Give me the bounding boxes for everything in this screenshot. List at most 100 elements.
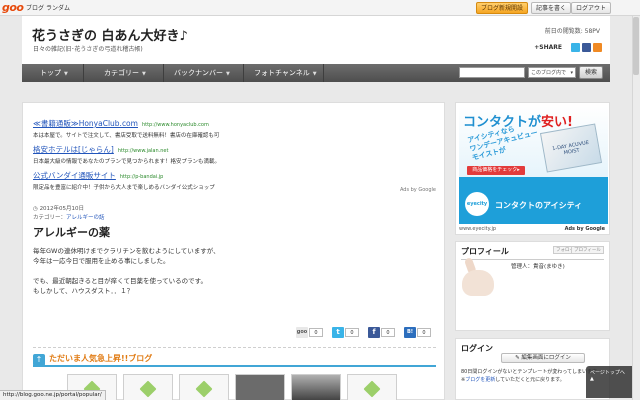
- text-ad: 格安ホテルは[じゃらん] http://www.jalan.net 日本最大級の情…: [33, 137, 220, 165]
- post-line: 毎年GWの連休明けまでクラリチンを飲むようにしていますが、: [33, 247, 220, 255]
- eyecity-logo: eyecity: [465, 192, 489, 216]
- write-post-button[interactable]: 記事を書く: [531, 2, 572, 14]
- login-note-line1: 80日間ログインがないとテンプレートが変わってしまいます: [461, 369, 597, 375]
- editor-login-label: 編集画面にログイン: [521, 355, 571, 361]
- facebook-icon[interactable]: [582, 43, 591, 52]
- twitter-icon[interactable]: t: [332, 327, 344, 338]
- ad-tagline: コンタクトのアイシティ: [495, 201, 583, 210]
- page-scrollbar-thumb[interactable]: [633, 17, 639, 75]
- ranking-thumbnail[interactable]: [291, 374, 341, 400]
- update-blog-link[interactable]: ブログを更新: [465, 377, 495, 383]
- text-ad: ≪書籍通販≫HonyaClub.com http://www.honyaclub.…: [33, 111, 219, 139]
- ad-url[interactable]: http://www.honyaclub.com: [142, 122, 209, 128]
- sidebar: コンタクトが安い! アイシティなら ワンデーアキュビュー モイストが 1-DAY…: [455, 102, 610, 400]
- chevron-down-icon: ▼: [142, 71, 146, 77]
- post-category: カテゴリー：アレルギーの話: [33, 213, 105, 221]
- post-title[interactable]: アレルギーの薬: [33, 224, 110, 240]
- ads-by-google[interactable]: Ads by Google: [400, 187, 436, 193]
- hatena-count: 0: [417, 328, 431, 337]
- editor-login-button[interactable]: ✎ 編集画面にログイン: [501, 353, 585, 363]
- goo-topbar: goo ブログ ランダム ブログ新規開設 記事を書く ログアウト: [0, 0, 640, 16]
- product-box-image: 1-DAY ACUVUE MOIST: [539, 123, 603, 173]
- text-ad: 公式バンダイ通販サイト http://p-bandai.jp 限定品を豊富に紹介中…: [33, 163, 215, 191]
- pencil-icon: [363, 380, 381, 398]
- chevron-down-icon: ▼: [312, 71, 317, 77]
- post-category-link[interactable]: アレルギーの話: [66, 215, 105, 221]
- blog-header: 花うさぎの 白あん大好き♪ 日々の雑記(旧･花うさぎの弓道れ稽古帳) 前日の閲覧…: [22, 16, 610, 64]
- post-line: 今年は一応今日で服用を止める事にしました。: [33, 257, 170, 265]
- chevron-down-icon: ▼: [64, 71, 68, 77]
- ads-by-google[interactable]: Ads by Google: [565, 226, 605, 232]
- ranking-banner: ↑ ただいま人気急上昇!!ブログ: [33, 353, 436, 367]
- twitter-icon[interactable]: [571, 43, 580, 52]
- nav-top-label: トップ: [40, 69, 61, 77]
- post-line: [33, 266, 220, 276]
- login-note: 80日間ログインがないとテンプレートが変わってしまいます ※ブログを更新していた…: [461, 368, 597, 384]
- post-date-text: 2012年05月10日: [39, 206, 85, 212]
- post-line: もしかして、ハウスダスト．．１？: [33, 287, 134, 295]
- profile-owner: 管理人：貴音(まゆき): [511, 264, 565, 270]
- profile-button[interactable]: プロフィール: [571, 246, 604, 254]
- tweet-count: 0: [345, 328, 359, 337]
- ranking-thumbnail[interactable]: [179, 374, 229, 400]
- page-top-label: ページトップへ: [590, 370, 625, 376]
- blog-subtitle: 日々の雑記(旧･花うさぎの弓道れ稽古帳): [33, 46, 143, 53]
- blog-search-input[interactable]: [459, 67, 525, 78]
- nav-top[interactable]: トップ ▼: [22, 64, 84, 82]
- nav-photochannel-label: フォトチャンネル: [254, 69, 310, 77]
- main-column: ≪書籍通販≫HonyaClub.com http://www.honyaclub.…: [22, 102, 445, 400]
- goo-logo[interactable]: goo: [2, 1, 24, 14]
- topbar-link-random[interactable]: ランダム: [46, 3, 70, 12]
- like-count: 0: [381, 328, 395, 337]
- rss-icon[interactable]: [593, 43, 602, 52]
- login-note-line2: ※ブログを更新していただくと元に戻ります。: [461, 377, 565, 383]
- nav-category-label: カテゴリー: [104, 69, 139, 77]
- goo-share-count: 0: [309, 328, 323, 337]
- logout-button[interactable]: ログアウト: [571, 2, 612, 14]
- page-view-count: 前日の閲覧数: 58PV: [544, 28, 600, 35]
- page-top-button[interactable]: ページトップへ ▲: [586, 366, 632, 398]
- chevron-down-icon: ▼: [226, 71, 230, 77]
- price-check-button[interactable]: 商品価格をチェック▸: [467, 166, 525, 175]
- ad-title[interactable]: 公式バンダイ通販サイト: [33, 171, 116, 180]
- blog-navbar: トップ ▼ カテゴリー ▼ バックナンバー ▼ フォトチャンネル ▼ このブログ内で ▾ …: [22, 64, 610, 82]
- topbar-link-blog[interactable]: ブログ: [26, 3, 44, 12]
- search-scope-select[interactable]: このブログ内で ▾: [528, 67, 576, 78]
- post-divider: [33, 347, 436, 348]
- search-button[interactable]: 検索: [579, 66, 603, 79]
- share-label[interactable]: +SHARE: [534, 44, 562, 51]
- ad-title[interactable]: 格安ホテルは[じゃらん]: [33, 145, 114, 154]
- ad-description: 限定品を豊富に紹介中！子供から大人まで楽しめるバンダイ公式ショップ: [33, 185, 215, 191]
- post-date: ◷ 2012年05月10日: [33, 206, 85, 212]
- facebook-icon[interactable]: f: [368, 327, 380, 338]
- nav-backnumber-label: バックナンバー: [174, 69, 223, 77]
- arrow-up-icon: ↑: [33, 354, 45, 366]
- ad-title[interactable]: ≪書籍通販≫HonyaClub.com: [33, 119, 138, 128]
- login-note-rest: していただくと元に戻ります。: [495, 377, 565, 383]
- ranking-thumbnail[interactable]: [347, 374, 397, 400]
- nav-category[interactable]: カテゴリー ▼: [84, 64, 164, 82]
- ranking-thumbnail[interactable]: [123, 374, 173, 400]
- ad-display-url[interactable]: www.eyecity.jp: [459, 226, 496, 232]
- chevron-down-icon: ▾: [570, 70, 573, 76]
- contact-lens-ad[interactable]: コンタクトが安い! アイシティなら ワンデーアキュビュー モイストが 1-DAY…: [459, 106, 608, 224]
- ad-url[interactable]: http://p-bandai.jp: [120, 174, 163, 180]
- login-heading: ログイン: [461, 344, 493, 353]
- pencil-icon: [195, 380, 213, 398]
- nav-backnumber[interactable]: バックナンバー ▼: [164, 64, 244, 82]
- post-category-label: カテゴリー：: [33, 215, 67, 221]
- ad-url[interactable]: http://www.jalan.net: [118, 148, 169, 154]
- profile-heading: プロフィール: [461, 247, 509, 256]
- ranking-thumbnail[interactable]: [235, 374, 285, 400]
- pencil-icon: [139, 380, 157, 398]
- blog-title[interactable]: 花うさぎの 白あん大好き♪: [32, 25, 188, 44]
- new-blog-button[interactable]: ブログ新規開設: [476, 2, 529, 14]
- goo-share-icon[interactable]: goo: [296, 327, 308, 338]
- profile-box: プロフィール フォロー プロフィール 管理人：貴音(まゆき): [455, 241, 610, 331]
- nav-photochannel[interactable]: フォトチャンネル ▼: [244, 64, 324, 82]
- browser-status-bar: http://blog.goo.ne.jp/portal/popular/: [0, 390, 106, 400]
- avatar[interactable]: [462, 270, 494, 296]
- sidebar-ad-box: コンタクトが安い! アイシティなら ワンデーアキュビュー モイストが 1-DAY…: [455, 102, 610, 235]
- hatena-bookmark-icon[interactable]: B!: [404, 327, 416, 338]
- ranking-title[interactable]: ただいま人気急上昇!!ブログ: [49, 353, 152, 364]
